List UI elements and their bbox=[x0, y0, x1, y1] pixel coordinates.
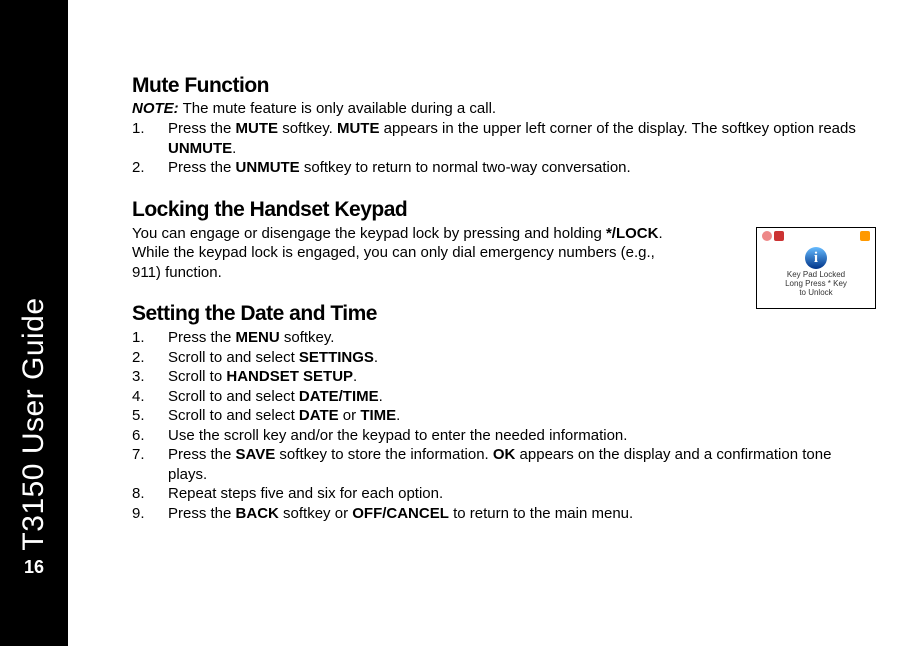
list-item: Use the scroll key and/or the keypad to … bbox=[132, 426, 871, 446]
list-item: Scroll to and select SETTINGS. bbox=[132, 348, 871, 368]
sidebar: T3150 User Guide 16 bbox=[0, 0, 68, 646]
page-number: 16 bbox=[0, 557, 68, 578]
status-icon bbox=[774, 231, 784, 241]
guide-title: T3150 User Guide bbox=[17, 297, 51, 550]
info-icon: i bbox=[805, 247, 827, 269]
list-item: Repeat steps five and six for each optio… bbox=[132, 484, 871, 504]
status-icons bbox=[760, 231, 872, 245]
list-item: Press the MENU softkey. bbox=[132, 328, 871, 348]
list-item: Press the MUTE softkey. MUTE appears in … bbox=[132, 119, 871, 158]
datetime-steps: Press the MENU softkey. Scroll to and se… bbox=[132, 328, 871, 523]
list-item: Press the UNMUTE softkey to return to no… bbox=[132, 158, 871, 178]
status-icon bbox=[860, 231, 870, 241]
list-item: Scroll to and select DATE/TIME. bbox=[132, 387, 871, 407]
keypad-lock-illustration: i Key Pad Locked Long Press * Key to Unl… bbox=[756, 227, 876, 309]
lock-text-2: Long Press * Key bbox=[760, 279, 872, 288]
section-mute: Mute Function NOTE: The mute feature is … bbox=[132, 74, 871, 178]
heading-lock: Locking the Handset Keypad bbox=[132, 198, 871, 222]
list-item: Scroll to HANDSET SETUP. bbox=[132, 367, 871, 387]
note-label: NOTE: bbox=[132, 100, 179, 117]
list-item: Press the SAVE softkey to store the info… bbox=[132, 445, 871, 484]
lock-paragraph: You can engage or disengage the keypad l… bbox=[132, 224, 684, 283]
mute-steps: Press the MUTE softkey. MUTE appears in … bbox=[132, 119, 871, 178]
heading-mute: Mute Function bbox=[132, 74, 871, 98]
status-icon bbox=[762, 231, 772, 241]
list-item: Scroll to and select DATE or TIME. bbox=[132, 406, 871, 426]
note-line: NOTE: The mute feature is only available… bbox=[132, 100, 871, 117]
page-content: Mute Function NOTE: The mute feature is … bbox=[68, 0, 901, 646]
list-item: Press the BACK softkey or OFF/CANCEL to … bbox=[132, 504, 871, 524]
note-text: The mute feature is only available durin… bbox=[179, 100, 496, 117]
section-datetime: Setting the Date and Time Press the MENU… bbox=[132, 302, 871, 523]
lock-text-1: Key Pad Locked bbox=[760, 270, 872, 279]
lock-text-3: to Unlock bbox=[760, 288, 872, 297]
